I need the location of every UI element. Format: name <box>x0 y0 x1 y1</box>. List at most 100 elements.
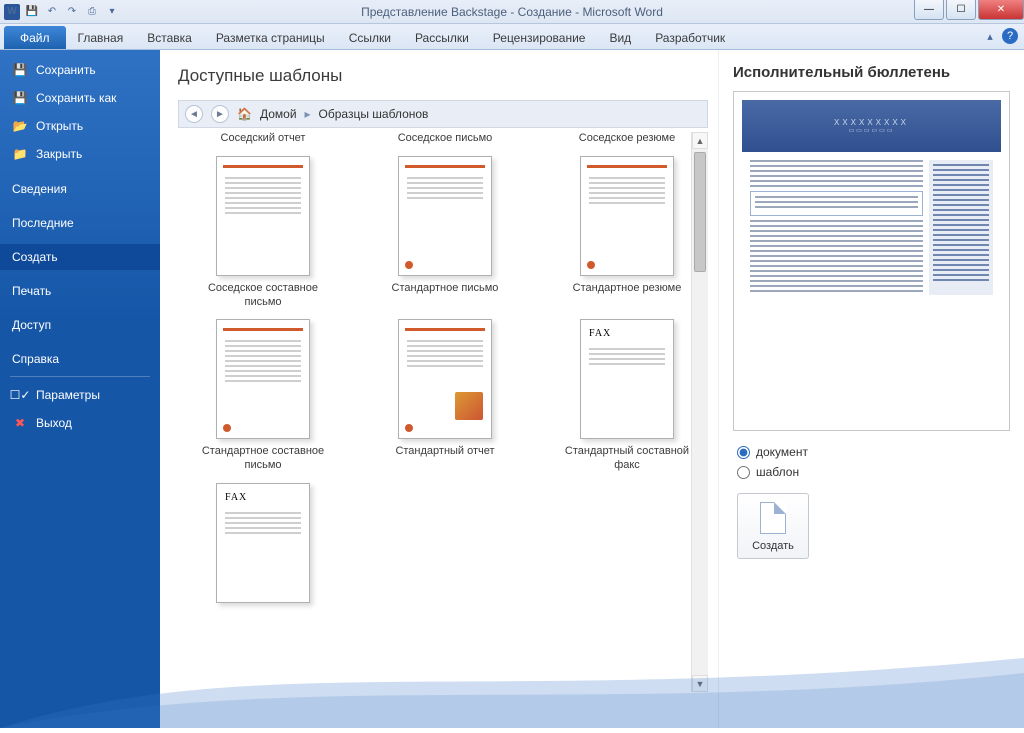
sidebar-item-label: Выход <box>36 416 72 430</box>
breadcrumb-samples[interactable]: Образцы шаблонов <box>319 107 429 121</box>
breadcrumb-home[interactable]: Домой <box>260 107 297 121</box>
template-thumb <box>216 319 310 439</box>
template-tile[interactable]: Соседское письмо <box>380 132 510 146</box>
tab-mailings[interactable]: Рассылки <box>403 26 481 49</box>
template-tile[interactable]: Стандартное резюме <box>562 156 692 310</box>
preview-col-main <box>750 160 923 295</box>
sidebar-item-save[interactable]: 💾Сохранить <box>0 56 160 84</box>
sidebar-item-label: Закрыть <box>36 147 82 161</box>
ribbon-tabs: Файл Главная Вставка Разметка страницы С… <box>0 24 1024 50</box>
template-tile[interactable]: Соседское составное письмо <box>198 156 328 310</box>
template-thumb: FAX <box>216 483 310 603</box>
chevron-right-icon: ▸ <box>305 107 311 121</box>
title-bar: W 💾 ↶ ↷ ⎙ ▾ Представление Backstage - Со… <box>0 0 1024 24</box>
tab-references[interactable]: Ссылки <box>337 26 403 49</box>
template-label: Стандартный составной факс <box>562 445 692 473</box>
scroll-down-icon[interactable]: ▼ <box>692 675 708 692</box>
tab-insert[interactable]: Вставка <box>135 26 204 49</box>
sidebar-item-options[interactable]: ☐✓ Параметры <box>0 381 160 409</box>
template-tile[interactable]: Соседское резюме <box>562 132 692 146</box>
template-tile[interactable]: Стандартное составное письмо <box>198 319 328 473</box>
create-button-label: Создать <box>752 540 794 552</box>
template-thumb <box>398 319 492 439</box>
sidebar-item-label: Печать <box>12 284 51 298</box>
radio-template[interactable]: шаблон <box>737 465 1006 479</box>
document-icon <box>760 502 786 534</box>
sidebar-item-label: Создать <box>12 250 58 264</box>
template-label: Стандартный отчет <box>380 445 510 459</box>
sidebar-item-new[interactable]: Создать <box>0 244 160 270</box>
template-row: Соседский отчет Соседское письмо Соседск… <box>198 132 708 146</box>
nav-forward-icon[interactable]: ► <box>211 105 229 123</box>
sidebar-spacer <box>0 270 160 278</box>
templates-panel: Доступные шаблоны ◄ ► 🏠 Домой ▸ Образцы … <box>160 50 718 728</box>
sidebar-item-info[interactable]: Сведения <box>0 176 160 202</box>
preview-panel: Исполнительный бюллетень XXXXXXXXX▭▭▭▭▭▭ <box>718 50 1024 728</box>
templates-breadcrumb: ◄ ► 🏠 Домой ▸ Образцы шаблонов <box>178 100 708 128</box>
tab-page-layout[interactable]: Разметка страницы <box>204 26 337 49</box>
template-tile[interactable]: FAX <box>198 483 328 609</box>
scroll-thumb[interactable] <box>694 152 706 272</box>
radio-template-input[interactable] <box>737 466 750 479</box>
print-icon[interactable]: ⎙ <box>84 4 100 20</box>
sidebar-item-recent[interactable]: Последние <box>0 210 160 236</box>
sidebar-item-share[interactable]: Доступ <box>0 312 160 338</box>
options-icon: ☐✓ <box>12 387 28 403</box>
sidebar-item-label: Параметры <box>36 388 100 402</box>
maximize-button[interactable]: ☐ <box>946 0 976 20</box>
create-type-radios: документ шаблон <box>737 445 1006 479</box>
template-label: Соседский отчет <box>198 132 328 146</box>
undo-icon[interactable]: ↶ <box>44 4 60 20</box>
radio-label: шаблон <box>756 465 799 479</box>
minimize-button[interactable]: — <box>914 0 944 20</box>
sidebar-item-open[interactable]: 📂Открыть <box>0 112 160 140</box>
home-icon[interactable]: 🏠 <box>237 107 252 121</box>
template-label: Соседское составное письмо <box>198 282 328 310</box>
preview-box: XXXXXXXXX▭▭▭▭▭▭ <box>733 91 1010 431</box>
sidebar-item-print[interactable]: Печать <box>0 278 160 304</box>
save-icon[interactable]: 💾 <box>24 4 40 20</box>
help-icon[interactable]: ? <box>1002 28 1018 44</box>
template-tile[interactable]: Стандартный отчет <box>380 319 510 473</box>
tab-view[interactable]: Вид <box>597 26 643 49</box>
sidebar-item-label: Справка <box>12 352 59 366</box>
sidebar-item-saveas[interactable]: 💾Сохранить как <box>0 84 160 112</box>
backstage-sidebar: 💾Сохранить 💾Сохранить как 📂Открыть 📁Закр… <box>0 50 160 728</box>
sidebar-item-exit[interactable]: ✖Выход <box>0 409 160 437</box>
template-thumb <box>398 156 492 276</box>
open-folder-icon: 📂 <box>12 118 28 134</box>
sidebar-spacer <box>0 304 160 312</box>
redo-icon[interactable]: ↷ <box>64 4 80 20</box>
nav-back-icon[interactable]: ◄ <box>185 105 203 123</box>
template-tile[interactable]: FAX Стандартный составной факс <box>562 319 692 473</box>
sidebar-spacer <box>0 168 160 176</box>
template-tile[interactable]: Стандартное письмо <box>380 156 510 310</box>
tab-developer[interactable]: Разработчик <box>643 26 737 49</box>
quick-access-toolbar: W 💾 ↶ ↷ ⎙ ▾ <box>0 4 120 20</box>
radio-document-input[interactable] <box>737 446 750 459</box>
preview-col-side <box>929 160 993 295</box>
template-thumb: FAX <box>580 319 674 439</box>
create-button[interactable]: Создать <box>737 493 809 559</box>
ribbon-help-area: ▴ ? <box>982 28 1018 44</box>
preview-header: XXXXXXXXX▭▭▭▭▭▭ <box>742 100 1001 152</box>
radio-document[interactable]: документ <box>737 445 1006 459</box>
sidebar-item-label: Доступ <box>12 318 51 332</box>
backstage-view: 💾Сохранить 💾Сохранить как 📂Открыть 📁Закр… <box>0 50 1024 728</box>
tab-file[interactable]: Файл <box>4 26 66 49</box>
preview-title: Исполнительный бюллетень <box>733 64 1010 81</box>
tab-home[interactable]: Главная <box>66 26 136 49</box>
template-tile[interactable]: Соседский отчет <box>198 132 328 146</box>
template-row: FAX <box>198 483 708 609</box>
templates-scrollbar[interactable]: ▲ ▼ <box>691 132 708 692</box>
qat-dropdown-icon[interactable]: ▾ <box>104 4 120 20</box>
sidebar-item-label: Сохранить <box>36 63 96 77</box>
close-button[interactable]: ✕ <box>978 0 1024 20</box>
templates-heading: Доступные шаблоны <box>178 66 708 86</box>
tab-review[interactable]: Рецензирование <box>481 26 598 49</box>
sidebar-item-close[interactable]: 📁Закрыть <box>0 140 160 168</box>
sidebar-item-help[interactable]: Справка <box>0 346 160 372</box>
scroll-up-icon[interactable]: ▲ <box>692 132 708 149</box>
minimize-ribbon-icon[interactable]: ▴ <box>982 28 998 44</box>
templates-list: Соседский отчет Соседское письмо Соседск… <box>178 132 708 692</box>
